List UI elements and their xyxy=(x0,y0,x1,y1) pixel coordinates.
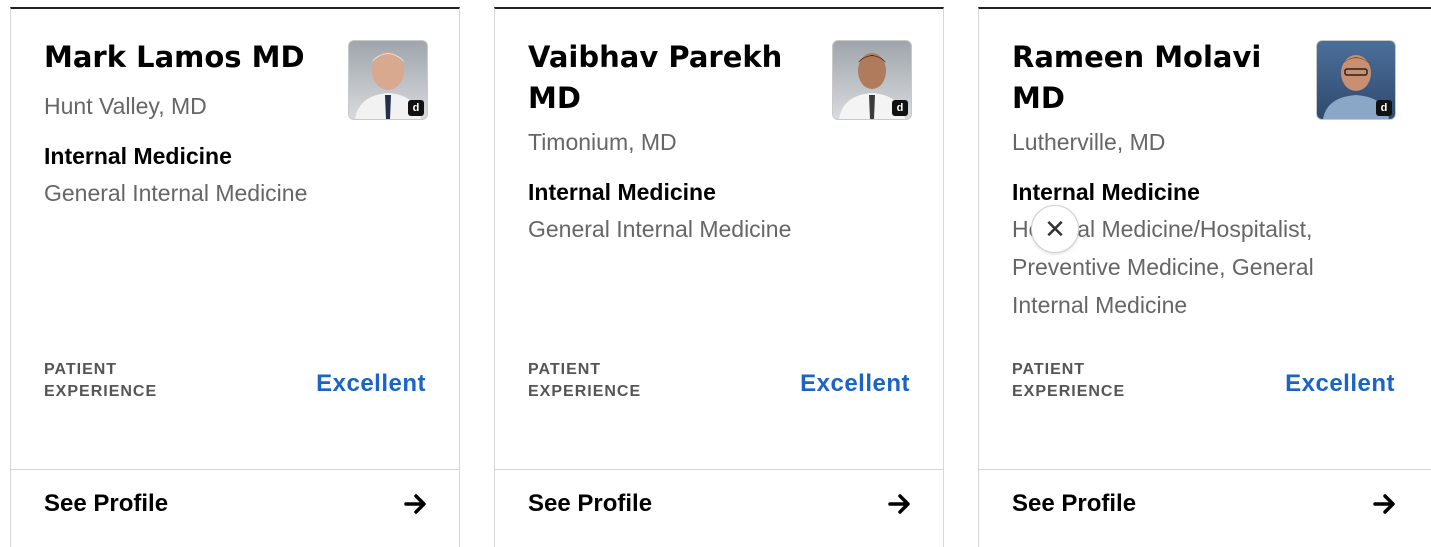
doctor-location: Timonium, MD xyxy=(528,129,677,155)
doctor-specialty: Internal Medicine xyxy=(1012,179,1200,205)
arrow-right-icon[interactable] xyxy=(1372,491,1398,517)
doctor-photo[interactable]: d xyxy=(832,40,912,120)
doctor-specialty: Internal Medicine xyxy=(44,143,232,169)
doctor-location: Hunt Valley, MD xyxy=(44,93,207,119)
patient-experience-rating: Excellent xyxy=(316,370,426,397)
card-divider xyxy=(11,469,459,470)
doximity-badge-icon: d xyxy=(1376,100,1392,116)
doximity-badge-icon: d xyxy=(892,100,908,116)
arrow-right-icon[interactable] xyxy=(887,491,913,517)
patient-experience-rating: Excellent xyxy=(800,370,910,397)
doctor-photo[interactable]: d xyxy=(348,40,428,120)
doctor-specialty: Internal Medicine xyxy=(528,179,716,205)
see-profile-link[interactable]: See Profile xyxy=(528,490,652,518)
patient-experience-label: PATIENT EXPERIENCE xyxy=(1012,361,1126,400)
doximity-badge-icon: d xyxy=(408,100,424,116)
card-divider xyxy=(979,469,1431,470)
doctor-subspecialties: General Internal Medicine xyxy=(44,180,308,206)
doctor-subspecialties: General Internal Medicine xyxy=(528,216,792,242)
doctor-name[interactable]: Vaibhav Parekh MD xyxy=(528,37,813,119)
doctor-location: Lutherville, MD xyxy=(1012,129,1166,155)
arrow-right-icon[interactable] xyxy=(403,491,429,517)
doctor-card[interactable]: Rameen Molavi MD d Lutherville, MD Inter… xyxy=(978,7,1431,547)
doctor-photo[interactable]: d xyxy=(1316,40,1396,120)
doctor-name[interactable]: Rameen Molavi MD xyxy=(1012,37,1297,119)
doctor-card[interactable]: Mark Lamos MD d Hunt Valley, MD Internal… xyxy=(10,7,460,547)
see-profile-link[interactable]: See Profile xyxy=(1012,490,1136,518)
card-divider xyxy=(495,469,943,470)
close-icon: ✕ xyxy=(1044,213,1066,244)
close-button[interactable]: ✕ xyxy=(1031,205,1079,253)
patient-experience-rating: Excellent xyxy=(1285,370,1395,397)
doctor-name[interactable]: Mark Lamos MD xyxy=(44,37,329,78)
doctor-card[interactable]: Vaibhav Parekh MD d Timonium, MD Interna… xyxy=(494,7,944,547)
patient-experience-label: PATIENT EXPERIENCE xyxy=(44,361,158,400)
see-profile-link[interactable]: See Profile xyxy=(44,490,168,518)
patient-experience-label: PATIENT EXPERIENCE xyxy=(528,361,642,400)
